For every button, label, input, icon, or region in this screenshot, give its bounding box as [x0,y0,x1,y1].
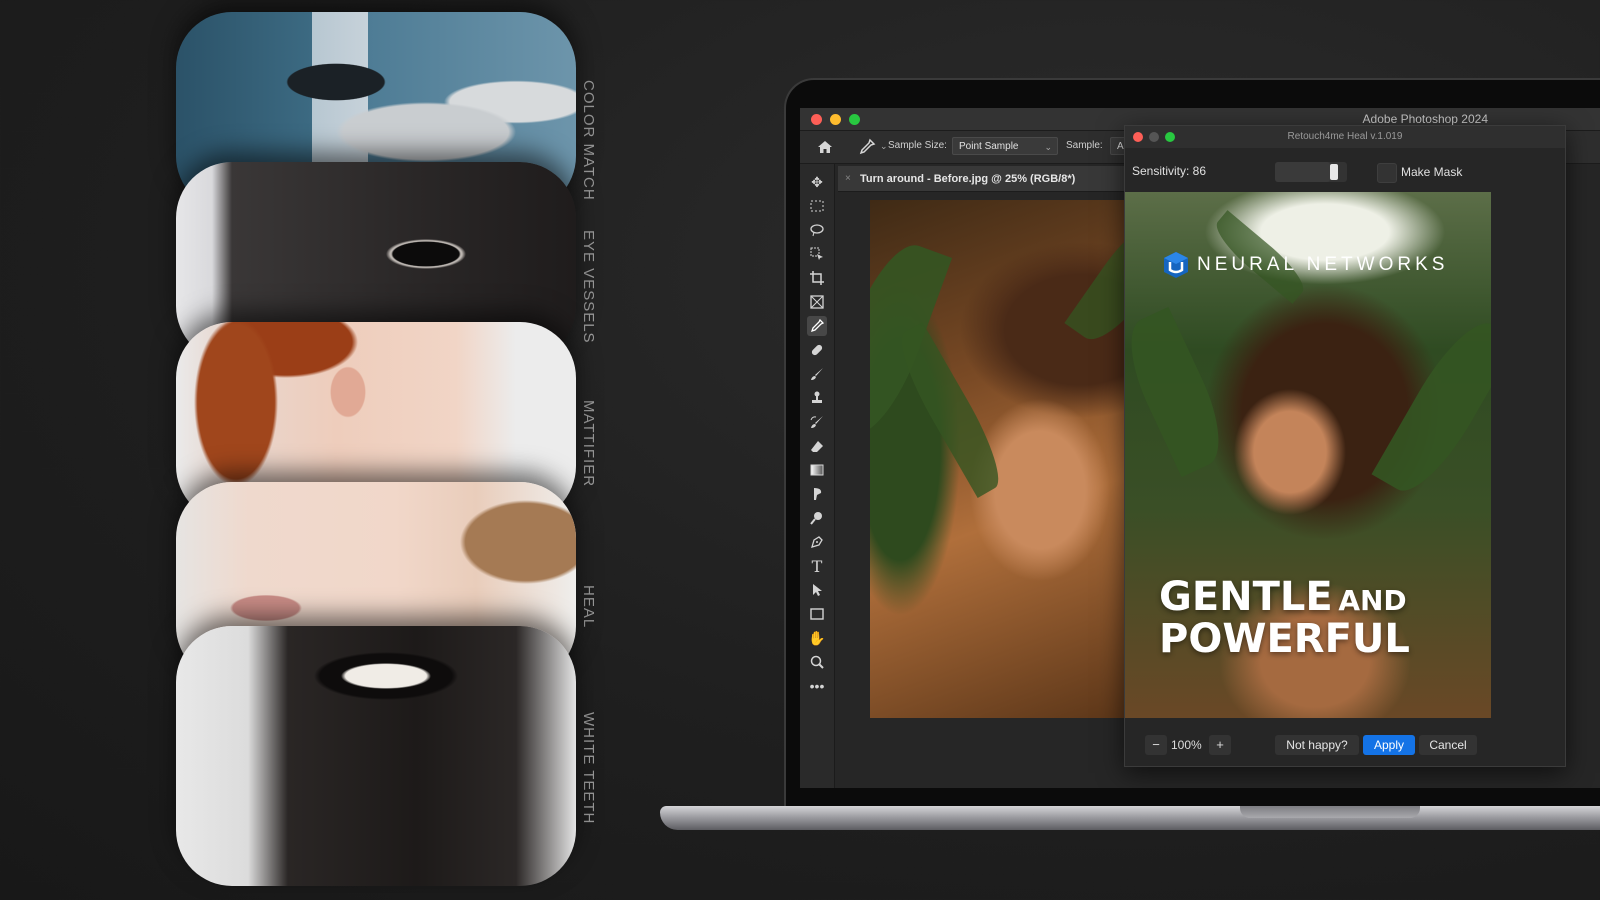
brand-text: NEURAL NETWORKS [1197,254,1449,275]
feature-label-mattifier: MATTIFIER [580,400,597,488]
preview-image[interactable]: NEURAL NETWORKS GENTLE AND POWERFUL [1125,192,1491,718]
hand-tool-icon[interactable]: ✋ [807,628,827,648]
sensitivity-slider-handle[interactable] [1330,164,1339,180]
zoom-out-button[interactable]: − [1145,735,1167,755]
app-title: Adobe Photoshop 2024 [1362,112,1488,126]
dialog-footer: − 100% + Not happy? Apply Cancel [1125,722,1565,766]
eyedropper-icon[interactable] [858,138,876,156]
feature-stack [176,12,576,890]
white-teeth-sample [176,626,576,886]
feature-label-eye-vessels: EYE VESSELS [580,230,597,344]
gradient-tool-icon[interactable] [807,460,827,480]
brand-logo: NEURAL NETWORKS [1161,250,1448,280]
document-tab-title: Turn around - Before.jpg @ 25% (RGB/8*) [860,173,1076,185]
zoom-level: 100% [1171,738,1202,752]
sensitivity-slider-fill [1275,162,1331,182]
feature-label-white-teeth: WHITE TEETH [580,712,597,825]
marquee-tool-icon[interactable] [807,196,827,216]
clone-stamp-tool-icon[interactable] [807,388,827,408]
home-icon[interactable] [816,138,834,156]
sensitivity-label: Sensitivity: 86 [1132,164,1207,178]
cube-logo-icon [1164,252,1188,278]
smudge-tool-icon[interactable] [807,484,827,504]
sample-size-value: Point Sample [959,141,1019,152]
close-icon[interactable]: × [845,166,851,192]
headline-and: AND [1338,584,1407,617]
dialog-title: Retouch4me Heal v.1.019 [1287,131,1403,142]
make-mask-checkbox[interactable] [1377,163,1397,183]
retouch4me-heal-dialog: Retouch4me Heal v.1.019 Sensitivity: 86 … [1124,125,1566,767]
path-select-tool-icon[interactable] [807,580,827,600]
document-tab[interactable]: × Turn around - Before.jpg @ 25% (RGB/8*… [838,166,1138,192]
eyedropper-tool-icon[interactable] [807,316,827,336]
make-mask-label: Make Mask [1401,165,1463,179]
more-tools-icon[interactable]: ••• [807,676,827,696]
brush-tool-icon[interactable] [807,364,827,384]
object-select-tool-icon[interactable] [807,244,827,264]
window-close-button[interactable] [811,114,822,125]
cancel-button[interactable]: Cancel [1419,735,1477,755]
sample-size-label: Sample Size: [888,140,947,151]
history-brush-tool-icon[interactable] [807,412,827,432]
laptop-base [660,806,1600,830]
headline-gentle: GENTLE [1159,574,1333,620]
eraser-tool-icon[interactable] [807,436,827,456]
feature-label-color-match: COLOR MATCH [580,80,597,201]
dialog-titlebar: Retouch4me Heal v.1.019 [1125,126,1565,148]
window-zoom-button[interactable] [849,114,860,125]
headline-powerful: POWERFUL [1159,616,1410,662]
healing-brush-tool-icon[interactable] [807,340,827,360]
sample-size-chevron-down-icon: ⌄ [1044,142,1052,152]
crop-tool-icon[interactable] [807,268,827,288]
tools-panel: ✥ T ✋ ••• [800,164,835,788]
window-minimize-button[interactable] [830,114,841,125]
feature-label-heal: HEAL [580,585,597,629]
apply-button[interactable]: Apply [1363,735,1415,755]
laptop-notch [1240,806,1420,818]
headline: GENTLE AND POWERFUL [1159,576,1410,660]
tool-preset-chevron-down-icon[interactable]: ⌄ [880,141,888,152]
document-canvas[interactable] [870,200,1142,718]
sample-size-select[interactable]: Point Sample ⌄ [952,137,1058,155]
sensitivity-slider[interactable] [1275,162,1347,182]
frame-tool-icon[interactable] [807,292,827,312]
rectangle-tool-icon[interactable] [807,604,827,624]
type-tool-icon[interactable]: T [807,556,827,576]
dodge-tool-icon[interactable] [807,508,827,528]
sample-label: Sample: [1066,140,1103,151]
zoom-in-button[interactable]: + [1209,735,1231,755]
laptop-screen: Adobe Photoshop 2024 ⌄ Sample Size: Poin… [800,108,1600,788]
not-happy-button[interactable]: Not happy? [1275,735,1359,755]
pen-tool-icon[interactable] [807,532,827,552]
move-tool-icon[interactable]: ✥ [807,172,827,192]
zoom-tool-icon[interactable] [807,652,827,672]
lasso-tool-icon[interactable] [807,220,827,240]
